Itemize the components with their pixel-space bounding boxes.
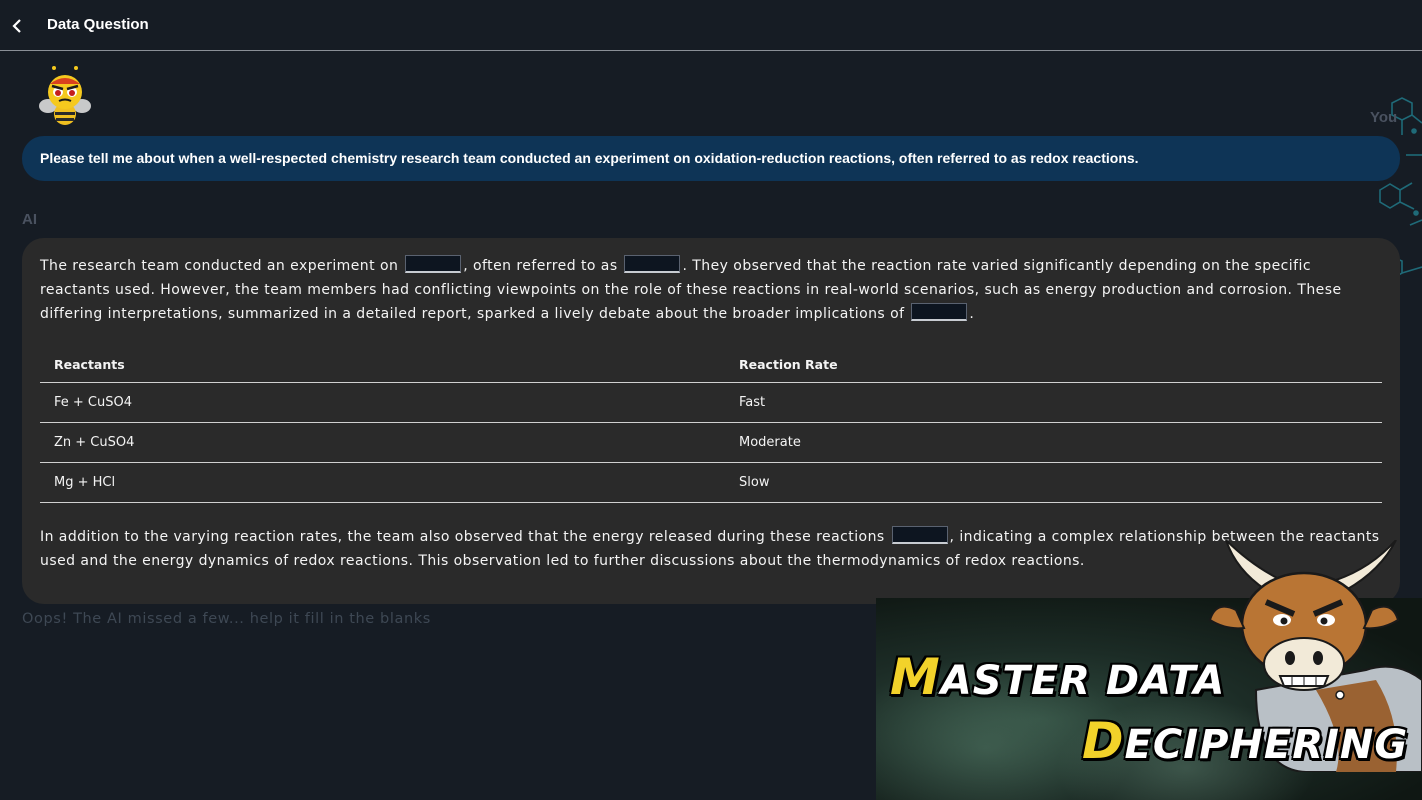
paragraph-text: The research team conducted an experimen… bbox=[40, 258, 404, 274]
ai-paragraph-1: The research team conducted an experimen… bbox=[40, 254, 1382, 326]
table-cell: Zn + CuSO4 bbox=[40, 422, 725, 463]
table-row: Mg + HCl Slow bbox=[40, 462, 1382, 503]
chevron-left-icon bbox=[12, 19, 21, 33]
promo-initial: D bbox=[1082, 712, 1125, 770]
promo-initial: M bbox=[890, 648, 941, 706]
blank-input-1[interactable] bbox=[405, 255, 462, 273]
column-header-reaction-rate: Reaction Rate bbox=[725, 346, 1382, 383]
ai-paragraph-2: In addition to the varying reaction rate… bbox=[40, 525, 1382, 573]
table-cell: Mg + HCl bbox=[40, 462, 725, 503]
table-row: Fe + CuSO4 Fast bbox=[40, 382, 1382, 423]
promo-headline-line-1: MASTER DATA bbox=[890, 648, 1225, 706]
back-button[interactable] bbox=[8, 13, 26, 39]
ai-sender-label: AI bbox=[22, 211, 37, 228]
promo-headline-line-2: DECIPHERING bbox=[1082, 712, 1408, 770]
blank-input-4[interactable] bbox=[891, 526, 948, 544]
promo-text: ECIPHERING bbox=[1124, 722, 1409, 768]
fill-blanks-hint: Oops! The AI missed a few... help it fil… bbox=[22, 611, 431, 627]
top-bar: Data Question bbox=[0, 0, 1422, 51]
table-header-row: Reactants Reaction Rate bbox=[40, 346, 1382, 383]
table-row: Zn + CuSO4 Moderate bbox=[40, 422, 1382, 463]
paragraph-text: , often referred to as bbox=[463, 258, 623, 274]
paragraph-text: In addition to the varying reaction rate… bbox=[40, 529, 890, 545]
bee-mascot-avatar bbox=[39, 66, 91, 125]
user-sender-label: You bbox=[1370, 109, 1398, 126]
table-cell: Fe + CuSO4 bbox=[40, 382, 725, 423]
table-cell: Fast bbox=[725, 382, 1382, 423]
user-message-text: Please tell me about when a well-respect… bbox=[40, 150, 1139, 166]
column-header-reactants: Reactants bbox=[40, 346, 725, 383]
table-cell: Moderate bbox=[725, 422, 1382, 463]
blank-input-2[interactable] bbox=[624, 255, 681, 273]
page-title: Data Question bbox=[47, 16, 149, 33]
reaction-data-table: Reactants Reaction Rate Fe + CuSO4 Fast … bbox=[40, 346, 1382, 503]
user-message-bubble: Please tell me about when a well-respect… bbox=[22, 136, 1400, 181]
ai-message-bubble: The research team conducted an experimen… bbox=[22, 238, 1400, 604]
paragraph-text: . bbox=[969, 306, 975, 322]
table-cell: Slow bbox=[725, 462, 1382, 503]
promo-text: ASTER DATA bbox=[940, 658, 1226, 704]
blank-input-3[interactable] bbox=[911, 303, 968, 321]
